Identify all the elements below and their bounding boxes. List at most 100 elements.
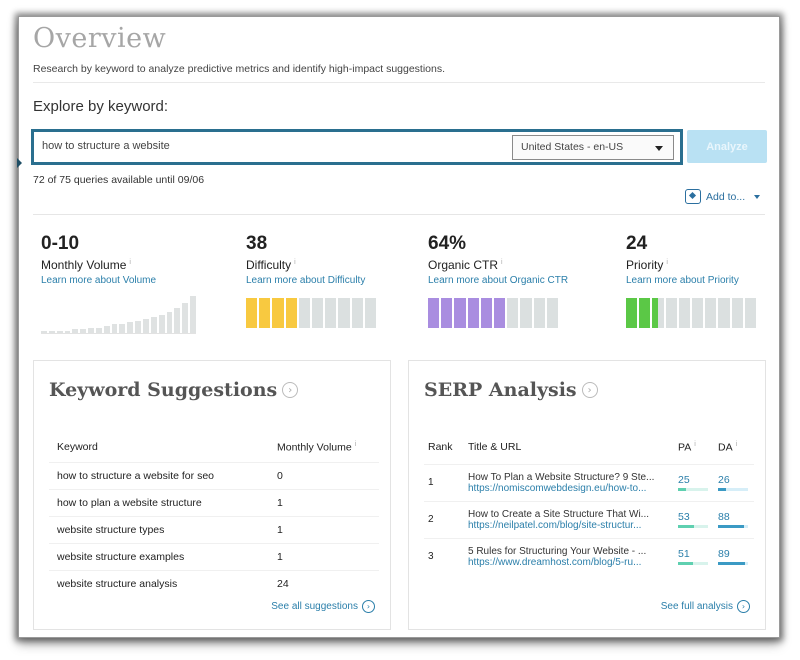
gauge-segment [665,298,677,328]
info-icon[interactable]: i [666,259,668,266]
column-header-monthly-volume: Monthly Volume [277,441,352,454]
table-row[interactable]: website structure analysis 24 [49,569,379,597]
gauge-segment [351,298,363,328]
pa-bar [678,562,708,566]
divider [33,82,765,83]
column-header-pa: PA [678,441,692,454]
metric-label: Priority [626,258,664,272]
gauge-segment [494,298,506,328]
gauge-segment [718,298,730,328]
info-icon[interactable]: i [736,441,738,448]
learn-more-link[interactable]: Learn more about Organic CTR [428,275,588,286]
card-title[interactable]: Keyword Suggestions [49,379,277,401]
learn-more-link[interactable]: Learn more about Priority [626,275,786,286]
gauge-segment [533,298,545,328]
result-url[interactable]: https://nomiscomwebdesign.eu/how-to... [468,483,670,494]
da-bar [718,488,748,491]
metric-monthly-volume: 0-10 Monthly Volume i Learn more about Vo… [41,233,201,334]
volume-trend-bar [111,324,118,333]
rank-cell: 1 [424,463,464,501]
gauge-segment [546,298,559,328]
volume-trend-bar [150,317,157,333]
volume-trend-bar [41,331,47,333]
keyword-cell[interactable]: website structure analysis [49,569,269,597]
chevron-down-icon [655,146,663,151]
metric-value: 0-10 [41,233,80,254]
info-icon[interactable]: i [294,259,296,266]
learn-more-link[interactable]: Learn more about Difficulty [246,275,406,286]
volume-trend-bar [72,329,79,333]
chevron-right-circle-icon: › [737,600,750,613]
pa-bar-fill [678,562,694,566]
keyword-input[interactable] [42,140,502,152]
table-row[interactable]: 1 How To Plan a Website Structure? 9 Ste.… [424,463,754,501]
volume-cell: 24 [269,569,379,597]
result-url[interactable]: https://neilpatel.com/blog/site-structur… [468,520,670,531]
info-icon[interactable]: i [694,441,696,448]
gauge-segment [454,298,466,328]
gauge-segment [507,298,519,328]
table-row[interactable]: website structure examples 1 [49,542,379,570]
info-icon[interactable]: i [355,441,357,448]
info-icon[interactable]: i [501,259,503,266]
metric-value: 64% [428,233,467,254]
explore-label: Explore by keyword: [33,98,169,115]
gauge-segment [652,298,664,328]
pa-value: 51 [678,548,690,561]
result-title[interactable]: How To Plan a Website Structure? 9 Ste..… [468,472,670,483]
queries-remaining: 72 of 75 queries available until 09/06 [33,174,205,186]
volume-trend-bar [88,327,94,333]
da-bar-fill [718,488,726,491]
learn-more-link[interactable]: Learn more about Volume [41,275,201,286]
table-row[interactable]: 3 5 Rules for Structuring Your Website - … [424,537,754,575]
locale-select[interactable]: United States - en-US [512,135,674,160]
info-icon[interactable]: i [129,259,131,266]
metric-value: 38 [246,233,268,254]
gauge-segment [480,298,493,328]
priority-gauge [626,298,757,328]
keyword-cell[interactable]: how to structure a website for seo [49,461,269,489]
see-full-analysis-link[interactable]: See full analysis › [661,600,750,613]
gauge-segment [744,298,757,328]
divider [33,214,765,215]
keyword-cell[interactable]: how to plan a website structure [49,488,269,516]
table-row[interactable]: website structure types 1 [49,515,379,543]
serp-analysis-card: SERP Analysis › Rank Title & URL PA i DA i… [408,360,766,630]
see-all-suggestions-link[interactable]: See all suggestions › [271,600,375,613]
volume-trend-bar [158,315,165,333]
analyze-button[interactable]: Analyze [687,130,767,163]
volume-cell: 0 [269,461,379,489]
gauge-segment [731,298,743,328]
volume-trend-bar [119,324,126,333]
volume-trend-bar [95,327,102,333]
da-bar [718,525,748,528]
add-to-button[interactable]: Add to... [685,189,761,204]
column-header-da: DA [718,441,733,454]
volume-trend-bar [174,308,181,333]
result-title[interactable]: How to Create a Site Structure That Wi..… [468,509,670,520]
table-row[interactable]: 2 How to Create a Site Structure That Wi.… [424,500,754,538]
rank-cell: 2 [424,500,464,538]
table-row[interactable]: how to structure a website for seo 0 [49,461,379,489]
gauge-segment [441,298,453,328]
keyword-cell[interactable]: website structure types [49,515,269,543]
add-to-label: Add to... [706,190,746,203]
keyword-search-box[interactable]: United States - en-US [31,129,683,165]
card-title[interactable]: SERP Analysis [424,379,577,401]
metric-organic-ctr: 64% Organic CTR i Learn more about Organi… [428,233,588,328]
chevron-right-circle-icon[interactable]: › [282,382,299,398]
volume-trend-bar [182,303,189,333]
volume-trend-bar [80,329,87,333]
gauge-segment [325,298,337,328]
table-row[interactable]: how to plan a website structure 1 [49,488,379,516]
metric-priority: 24 Priority i Learn more about Priority [626,233,786,328]
result-title[interactable]: 5 Rules for Structuring Your Website - .… [468,546,670,557]
result-url[interactable]: https://www.dreamhost.com/blog/5-ru... [468,557,670,568]
pa-value: 25 [678,474,690,486]
gauge-segment [705,298,717,328]
keyword-cell[interactable]: website structure examples [49,542,269,570]
caret-icon [17,158,22,168]
chevron-right-circle-icon[interactable]: › [581,382,598,398]
volume-trend-chart [41,296,196,334]
pa-bar-fill [678,525,694,528]
